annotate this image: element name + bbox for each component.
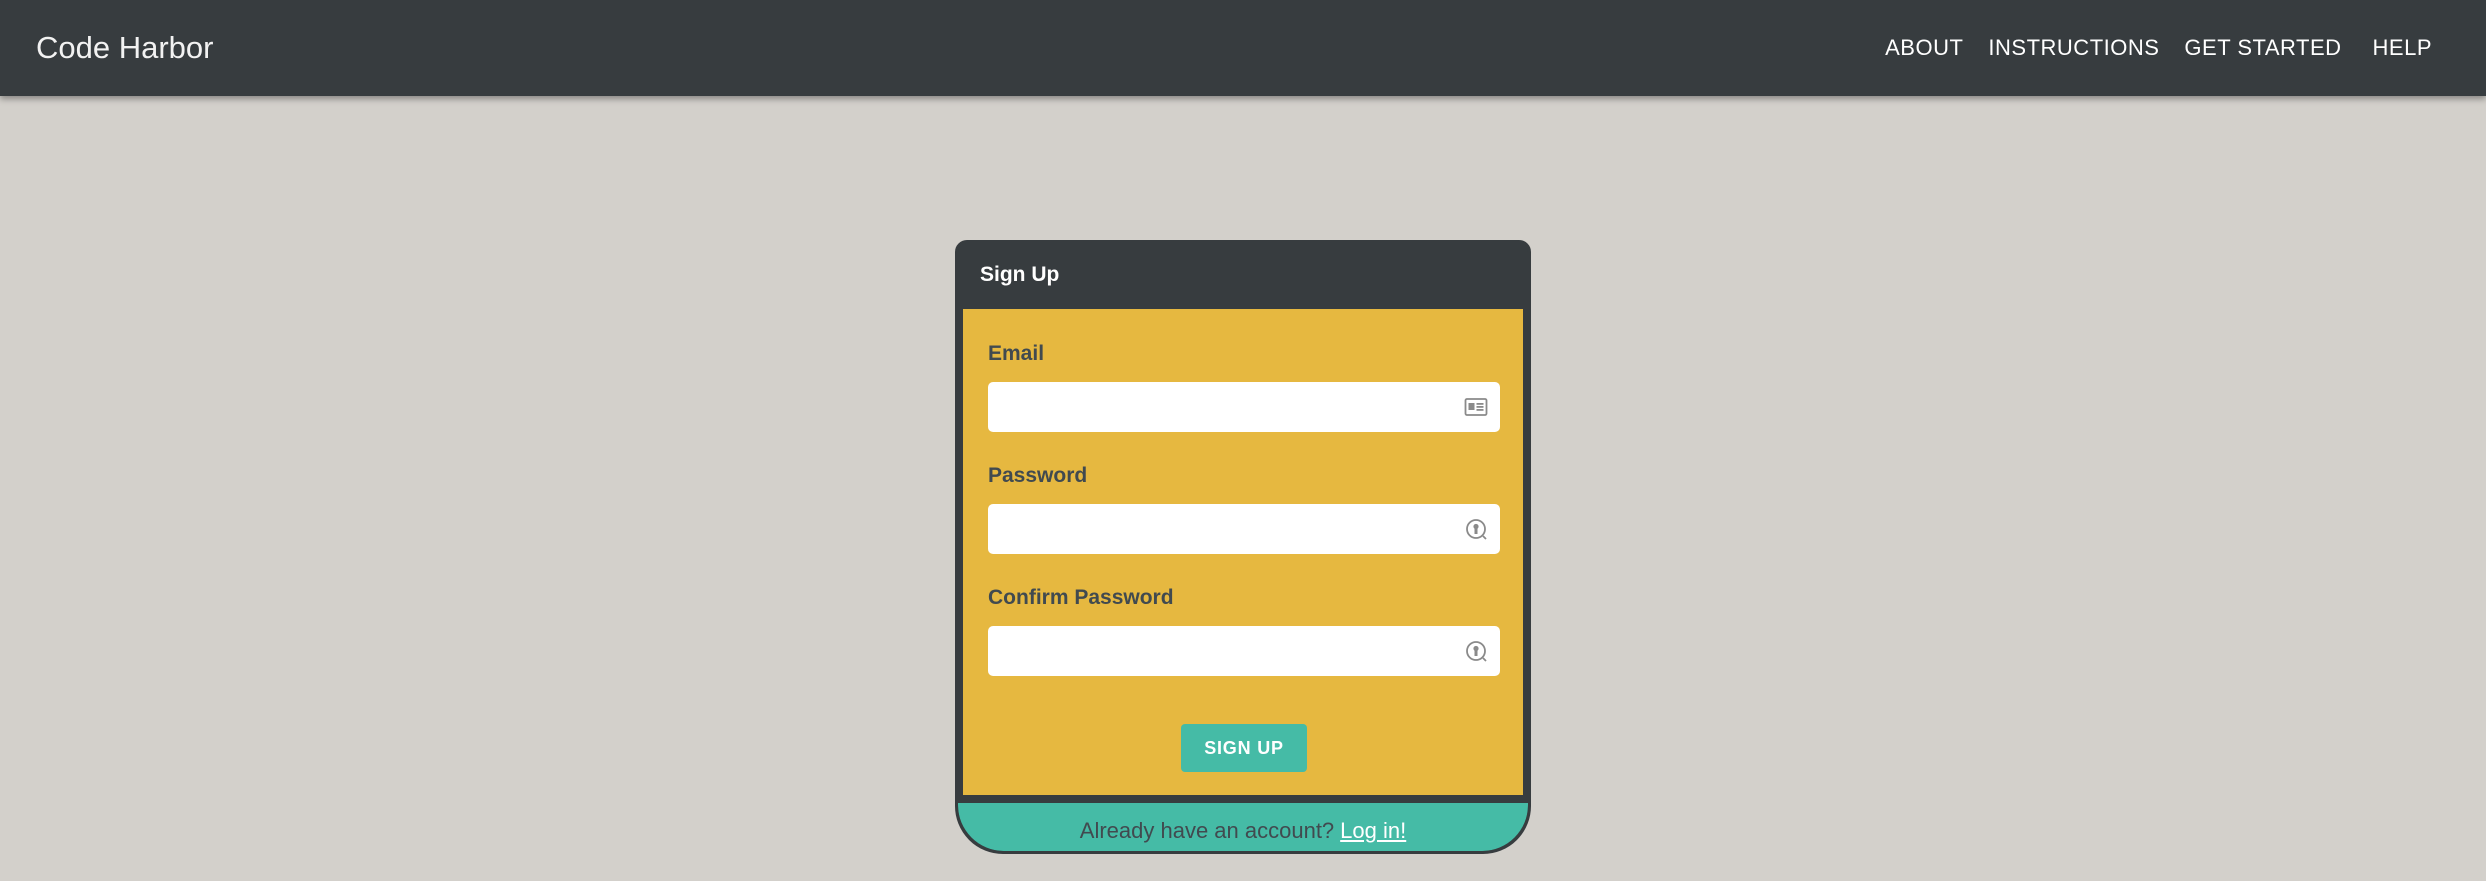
confirm-password-input-wrapper	[988, 626, 1500, 676]
signup-card: Sign Up Email Password Confirm Password …	[955, 240, 1531, 854]
brand-logo-text[interactable]: Code Harbor	[36, 30, 213, 66]
email-label: Email	[988, 342, 1045, 365]
signup-card-footer: Already have an account? Log in!	[958, 803, 1528, 851]
nav-link-instructions[interactable]: INSTRUCTIONS	[1988, 35, 2159, 61]
confirm-password-label: Confirm Password	[988, 586, 1174, 609]
email-input-wrapper	[988, 382, 1500, 432]
password-label: Password	[988, 464, 1088, 487]
signup-title: Sign Up	[980, 262, 1060, 286]
nav-link-get-started[interactable]: GET STARTED	[2184, 35, 2341, 61]
password-input-wrapper	[988, 504, 1500, 554]
top-navbar: Code Harbor ABOUT INSTRUCTIONS GET START…	[0, 0, 2486, 96]
signup-card-header: Sign Up	[958, 243, 1528, 306]
nav-link-about[interactable]: ABOUT	[1885, 35, 1963, 61]
nav-links: ABOUT INSTRUCTIONS GET STARTED HELP	[1860, 35, 2450, 61]
confirm-password-input[interactable]	[988, 626, 1500, 676]
login-link[interactable]: Log in!	[1340, 818, 1406, 844]
signup-form: Email Password Confirm Password SIGN UP	[963, 309, 1523, 795]
nav-link-help[interactable]: HELP	[2373, 35, 2432, 61]
password-input[interactable]	[988, 504, 1500, 554]
id-card-icon	[1464, 398, 1488, 416]
signup-button[interactable]: SIGN UP	[1181, 724, 1307, 772]
password-key-icon	[1466, 519, 1487, 540]
email-input[interactable]	[988, 382, 1500, 432]
password-key-icon	[1466, 641, 1487, 662]
login-prompt-text: Already have an account?	[1079, 818, 1335, 843]
